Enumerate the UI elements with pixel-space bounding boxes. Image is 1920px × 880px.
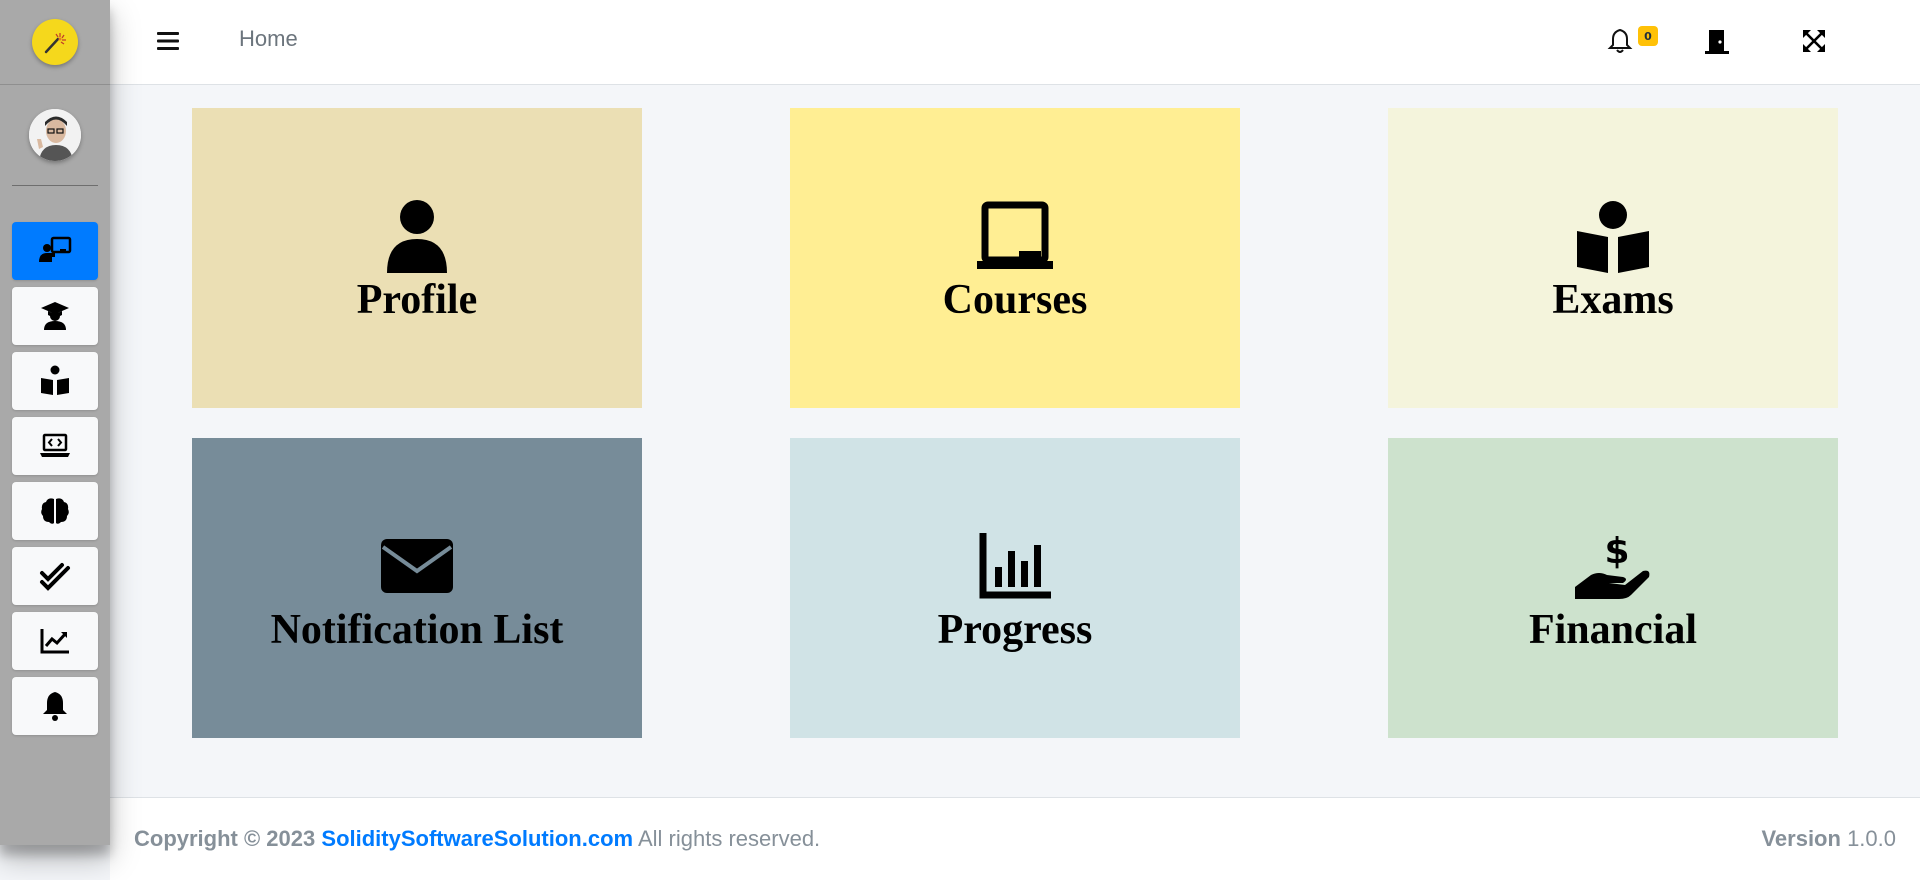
version-label: Version [1761, 826, 1841, 851]
hand-dollar-icon: $ [1575, 531, 1650, 599]
brand-logo-icon[interactable] [32, 19, 78, 65]
brain-icon [41, 498, 69, 524]
sidebar-item-students[interactable] [12, 287, 98, 345]
tile-label: Exams [1552, 277, 1674, 323]
sidebar-item-coding[interactable] [12, 417, 98, 475]
sidebar-nav [0, 186, 110, 735]
footer-version: Version 1.0.0 [1761, 826, 1896, 852]
tile-financial[interactable]: $ Financial [1388, 438, 1838, 738]
chart-line-icon [40, 629, 69, 654]
copyright-text: Copyright © 2023 [134, 826, 316, 851]
user-avatar[interactable] [29, 109, 81, 161]
sidebar-item-brain[interactable] [12, 482, 98, 540]
book-reader-icon [1577, 201, 1649, 273]
laptop-code-icon [40, 433, 70, 457]
version-value: 1.0.0 [1847, 826, 1896, 851]
tile-label: Progress [937, 607, 1093, 653]
tile-notification-list[interactable]: Notification List [192, 438, 642, 738]
envelope-icon [381, 539, 453, 593]
tile-label: Courses [942, 277, 1088, 323]
door-exit-icon[interactable] [1702, 26, 1732, 56]
graduate-icon [41, 302, 69, 330]
sidebar-item-tasks[interactable] [12, 547, 98, 605]
tile-label: Financial [1528, 607, 1698, 653]
main-sidebar [0, 0, 110, 845]
top-navbar: Home 0 [110, 0, 1920, 85]
rights-text: All rights reserved. [637, 826, 821, 851]
footer-copyright: Copyright © 2023 SoliditySoftwareSolutio… [134, 826, 820, 852]
bar-chart-icon [979, 533, 1051, 599]
user-panel [0, 85, 110, 185]
bell-icon [43, 692, 67, 721]
tile-progress[interactable]: Progress [790, 438, 1240, 738]
sidebar-item-stats[interactable] [12, 612, 98, 670]
brand[interactable] [0, 0, 110, 85]
svg-text:$: $ [1604, 531, 1629, 572]
fullscreen-icon[interactable] [1799, 26, 1829, 56]
bell-icon[interactable] [1605, 26, 1635, 56]
tile-label: Notification List [270, 607, 564, 653]
book-reader-icon [41, 365, 69, 395]
sidebar-item-reading[interactable] [12, 352, 98, 410]
tile-label: Profile [356, 277, 478, 323]
main-footer: Copyright © 2023 SoliditySoftwareSolutio… [110, 797, 1920, 880]
notification-badge: 0 [1638, 26, 1658, 46]
sidebar-item-dashboard[interactable] [12, 222, 98, 280]
tile-courses[interactable]: Courses [790, 108, 1240, 408]
home-link[interactable]: Home [239, 26, 298, 52]
site-link[interactable]: SoliditySoftwareSolution.com [321, 826, 633, 851]
tile-exams[interactable]: Exams [1388, 108, 1838, 408]
tile-profile[interactable]: Profile [192, 108, 642, 408]
double-check-icon [40, 563, 70, 591]
sidebar-item-alerts[interactable] [12, 677, 98, 735]
teacher-board-icon [39, 236, 72, 262]
chalkboard-icon [977, 201, 1053, 269]
menu-icon[interactable] [156, 29, 180, 53]
user-icon [387, 200, 447, 273]
